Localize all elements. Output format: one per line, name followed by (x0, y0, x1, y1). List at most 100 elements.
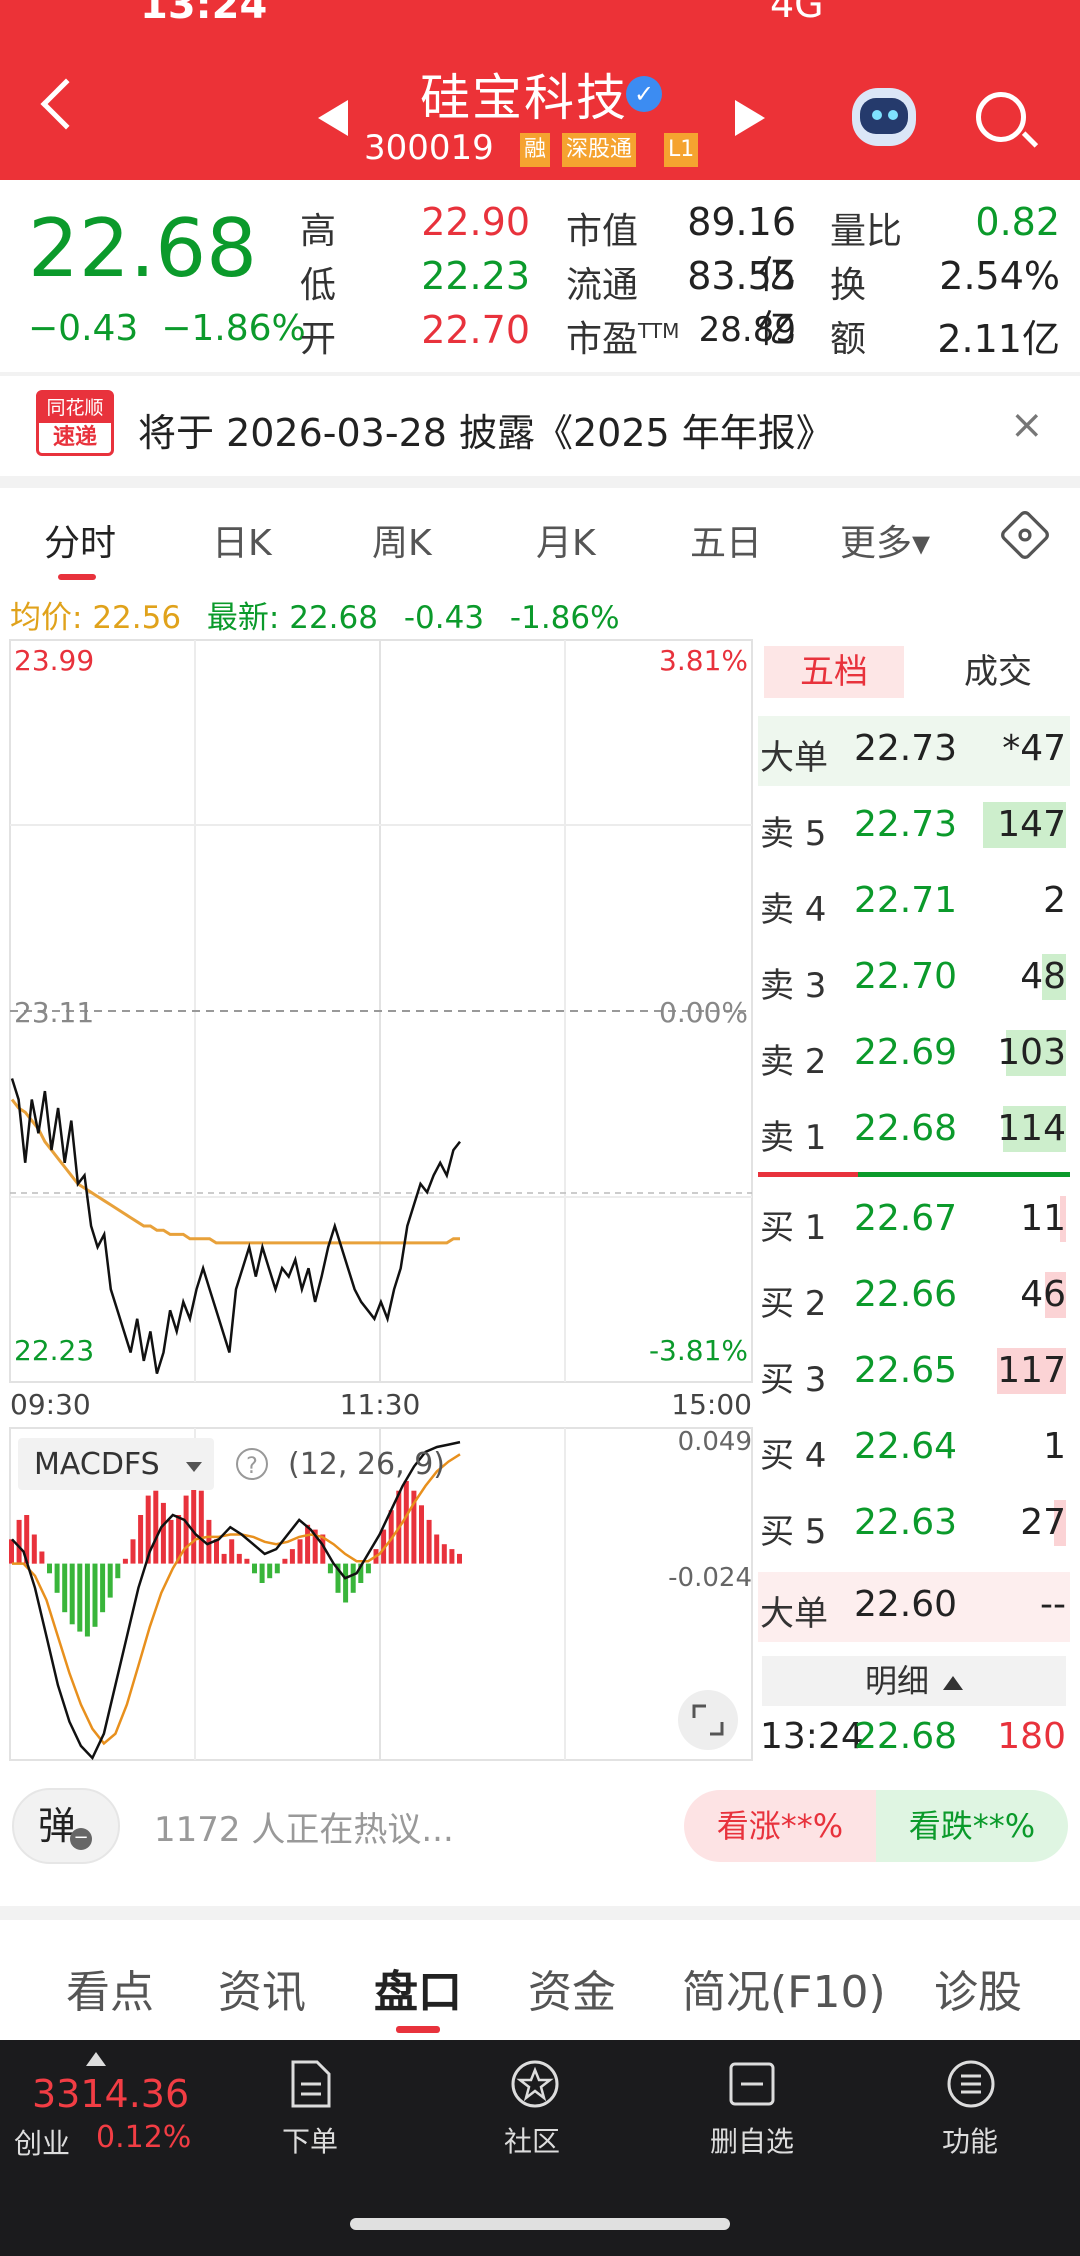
ask-row: 卖 5 22.73 147 (760, 802, 1066, 854)
macd-histogram-bar (274, 1563, 280, 1574)
danmu-toggle-button[interactable]: 弹 − (12, 1788, 120, 1864)
bearish-button[interactable]: 看跌**% (876, 1790, 1068, 1862)
index-value[interactable]: 3314.36 (32, 2072, 189, 2116)
tag-level: L1 (664, 133, 699, 167)
turnover-label: 换 (830, 265, 867, 306)
back-arrow-icon[interactable] (40, 78, 92, 130)
macd-histogram-bar (191, 1481, 197, 1564)
order-book-tabs: 五档 成交 (758, 640, 1070, 706)
tab-diagnosis[interactable]: 诊股 (934, 1956, 1022, 2020)
intraday-chart[interactable]: 23.99 23.11 22.23 3.81% 0.00% -3.81% 09:… (0, 630, 758, 1770)
tab-intraday[interactable]: 分时 (44, 514, 116, 566)
macd-histogram-bar (236, 1553, 242, 1564)
change-value: −0.43 (28, 308, 139, 349)
quote-summary: 22.68 −0.43 −1.86% 高 低 开 22.90 22.23 22.… (0, 180, 1080, 372)
community-star-icon (507, 2058, 559, 2110)
ask-row: 卖 4 22.71 2 (760, 880, 1066, 930)
close-icon[interactable]: × (1010, 402, 1044, 448)
detail-tabs: 看点 资讯 盘口 资金 简况(F10) 诊股 (0, 1920, 1080, 2040)
macd-histogram-bar (69, 1563, 75, 1625)
macd-histogram-bar (434, 1534, 440, 1564)
news-text[interactable]: 将于 2026-03-28 披露《2025 年年报》 (138, 402, 834, 457)
discussion-prompt[interactable]: 1172 人正在热议... (154, 1802, 454, 1851)
macd-label[interactable]: MACDFS (34, 1447, 160, 1482)
bid-ask-divider (758, 1172, 1070, 1177)
tab-more[interactable]: 更多▾ (840, 514, 930, 566)
big-buy-row: 大单 22.60 -- (758, 1572, 1070, 1642)
minus-box-icon (727, 2058, 777, 2110)
nav-community[interactable]: 社区 (462, 2058, 602, 2160)
news-logo: 同花顺 速递 (36, 390, 114, 456)
price-lines (10, 1078, 461, 1374)
macd-histogram-bar (16, 1519, 22, 1564)
tab-weekly-k[interactable]: 周K (372, 514, 432, 566)
macd-histogram-bar (77, 1563, 83, 1632)
assistant-robot-icon[interactable] (852, 88, 916, 146)
macd-histogram-bar (419, 1505, 424, 1564)
active-tab-indicator (396, 2026, 440, 2033)
macd-histogram-bar (100, 1563, 106, 1613)
ask-row: 卖 1 22.68 114 (760, 1106, 1066, 1158)
macd-histogram-bar (47, 1563, 52, 1574)
top-header: 13:24 4G 硅宝科技 ✓ 300019 融 深股通 L1 (0, 0, 1080, 180)
amount-label: 额 (830, 319, 867, 360)
tab-monthly-k[interactable]: 月K (536, 514, 596, 566)
price-line (10, 1078, 461, 1374)
caret-up-icon (86, 2052, 106, 2066)
macd-histogram-bar (153, 1490, 159, 1564)
macd-histogram-bar (259, 1563, 265, 1583)
settings-icon[interactable] (998, 508, 1052, 562)
macd-histogram-bar (305, 1524, 311, 1564)
low-label: 低 (300, 265, 337, 306)
macd-histogram-bar (31, 1534, 37, 1564)
macd-histogram-bar (9, 1539, 14, 1564)
ask-row: 卖 2 22.69 103 (760, 1030, 1066, 1082)
macd-histogram-bar (426, 1519, 432, 1564)
low-value: 22.23 (421, 254, 530, 298)
tab-highlights[interactable]: 看点 (66, 1956, 154, 2020)
tab-five-levels[interactable]: 五档 (764, 646, 904, 698)
news-banner[interactable]: 同花顺 速递 将于 2026-03-28 披露《2025 年年报》 × (0, 376, 1080, 476)
next-stock-icon[interactable] (735, 100, 765, 136)
x-tick-0930: 09:30 (10, 1388, 91, 1421)
y-bottom-label: 22.23 (14, 1334, 94, 1367)
macd-histogram-bar (282, 1558, 288, 1564)
current-price: 22.68 (28, 202, 258, 295)
nav-functions[interactable]: 功能 (900, 2058, 1040, 2160)
macd-histogram-bar (160, 1502, 166, 1564)
tag-margin: 融 (520, 133, 551, 167)
tab-five-day[interactable]: 五日 (690, 514, 762, 566)
verified-icon: ✓ (626, 76, 662, 112)
tab-news[interactable]: 资讯 (218, 1956, 306, 2020)
tab-profile[interactable]: 简况(F10) (682, 1956, 886, 2020)
search-icon[interactable] (976, 92, 1026, 142)
macd-histogram-bar (327, 1563, 333, 1574)
macd-histogram-bar (449, 1549, 455, 1564)
bullish-button[interactable]: 看涨**% (684, 1790, 876, 1862)
document-icon (285, 2058, 335, 2110)
menu-icon (945, 2058, 995, 2110)
macd-histogram-bar (84, 1563, 90, 1637)
macd-histogram-bar (441, 1544, 447, 1564)
stock-name: 硅宝科技 (420, 69, 628, 127)
price-change: −0.43 −1.86% (28, 308, 306, 349)
expand-button[interactable] (678, 1690, 738, 1750)
prev-stock-icon[interactable] (318, 100, 348, 136)
tab-capital[interactable]: 资金 (528, 1956, 616, 2020)
index-percent: 0.12% (96, 2120, 192, 2155)
tab-daily-k[interactable]: 日K (212, 514, 272, 566)
macd-histogram-bar (252, 1563, 257, 1574)
open-value: 22.70 (421, 308, 530, 352)
tab-order-book[interactable]: 盘口 (374, 1956, 462, 2020)
status-time: 13:24 (140, 0, 268, 28)
index-name: 创业 (14, 2127, 71, 2160)
tab-trades[interactable]: 成交 (928, 646, 1068, 698)
nav-order[interactable]: 下单 (240, 2058, 380, 2160)
detail-toggle[interactable]: 明细 (762, 1656, 1066, 1706)
macd-histogram-bar (229, 1539, 235, 1564)
bid-row: 买 4 22.64 1 (760, 1426, 1066, 1476)
stock-code: 300019 (364, 128, 494, 168)
nav-remove-watchlist[interactable]: 删自选 (682, 2058, 822, 2160)
vol-ratio-value: 0.82 (975, 200, 1060, 244)
macd-histogram-bar (365, 1563, 371, 1574)
